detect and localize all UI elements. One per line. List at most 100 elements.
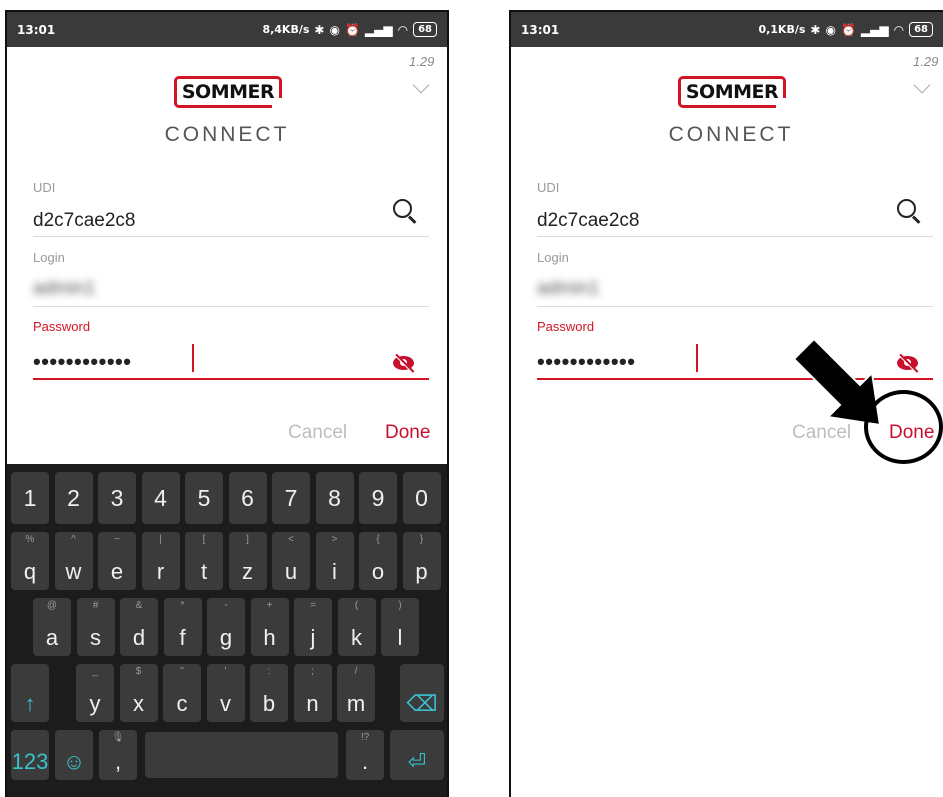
key-q-label: q — [23, 559, 37, 584]
password-label: Password — [33, 319, 91, 334]
key-3-label: 3 — [110, 484, 124, 511]
key-7[interactable]: 7 — [272, 472, 310, 524]
key-r[interactable]: | r — [141, 532, 180, 590]
sommer-logo: SOMMER — [174, 76, 282, 108]
key-t-label: t — [200, 559, 208, 584]
key-o[interactable]: {o — [359, 532, 397, 590]
key-m-alt: / — [354, 666, 358, 677]
key-k[interactable]: (k — [337, 598, 376, 656]
backspace-key[interactable]: ⌫ — [400, 664, 444, 722]
enter-key[interactable]: ⏎ — [390, 730, 444, 780]
key-i-alt: > — [331, 534, 338, 545]
key-j[interactable]: = j — [294, 598, 332, 656]
key-c-alt: " — [180, 666, 184, 677]
key-i[interactable]: > i — [315, 532, 354, 590]
space-key[interactable] — [145, 732, 338, 778]
key-g-alt: - — [224, 600, 228, 611]
udi-input[interactable]: d2c7cae2c8 — [33, 210, 135, 232]
backspace-key-label: ⌫ — [406, 691, 438, 716]
key-9[interactable]: 9 — [359, 472, 397, 524]
key-y[interactable]: _ y — [76, 664, 114, 722]
cancel-button[interactable]: Cancel — [288, 422, 347, 444]
key-m-label: m — [346, 691, 366, 716]
search-icon[interactable] — [393, 199, 417, 225]
done-button[interactable]: Done — [385, 422, 430, 444]
key-h[interactable]: + h — [250, 598, 289, 656]
key-z-alt: ] — [246, 534, 249, 545]
key-z[interactable]: ] z — [228, 532, 267, 590]
key-e-alt: ~ — [114, 534, 120, 545]
eye-slash-icon[interactable] — [896, 353, 920, 374]
app-subtitle: CONNECT — [164, 123, 290, 146]
key-x[interactable]: $ x — [119, 664, 158, 722]
key-t-alt: [ — [202, 534, 206, 545]
key-0[interactable]: 0 — [402, 472, 441, 524]
login-underline — [33, 306, 429, 307]
chevron-down-icon[interactable] — [412, 76, 430, 94]
emoji-key[interactable]: ☺ — [55, 730, 93, 780]
key-l-alt: ) — [398, 600, 402, 611]
key-n[interactable]: ; n — [293, 664, 332, 722]
search-icon[interactable] — [897, 199, 921, 225]
password-underline — [33, 378, 429, 380]
key-5-label: 5 — [197, 484, 211, 511]
key-v-alt: ' — [224, 666, 227, 677]
mode-123-key[interactable]: 123 — [11, 730, 49, 780]
key-c-label: c — [176, 691, 188, 716]
version-label: 1.29 — [409, 54, 435, 69]
key-k-label: k — [351, 625, 362, 650]
key-v[interactable]: ' v — [206, 664, 245, 722]
login-input[interactable]: admin1 — [537, 278, 599, 300]
key-o-alt: { — [376, 534, 380, 545]
alarm-icon: ⏰ — [344, 22, 360, 37]
password-input[interactable]: •••••••••••• — [33, 351, 131, 373]
key-4-label: 4 — [154, 484, 167, 511]
app-subtitle: CONNECT — [668, 123, 794, 146]
key-u[interactable]: < u — [272, 532, 310, 590]
comma-key-alt: 🎙 — [111, 732, 125, 743]
password-input[interactable]: •••••••••••• — [537, 351, 635, 373]
key-m[interactable]: / m — [337, 664, 375, 722]
key-e-label: e — [110, 559, 124, 584]
login-input[interactable]: admin1 — [33, 278, 95, 300]
wifi-icon: ◠ — [397, 22, 409, 37]
key-f-alt: * — [180, 600, 185, 611]
shift-key[interactable]: ↑ — [11, 664, 49, 722]
chevron-down-icon[interactable] — [913, 76, 931, 94]
key-l[interactable]: ) l — [381, 598, 419, 656]
eye-slash-icon[interactable] — [392, 353, 416, 374]
emoji-key-label: ☺ — [62, 749, 86, 774]
key-0-label: 0 — [415, 484, 428, 511]
period-key[interactable]: !?. — [346, 730, 384, 780]
key-g[interactable]: -g — [207, 598, 245, 656]
key-y-label: y — [89, 691, 101, 716]
key-f[interactable]: * f — [163, 598, 202, 656]
key-5[interactable]: 5 — [185, 472, 223, 524]
comma-key[interactable]: 🎙, — [99, 730, 137, 780]
key-t[interactable]: [t — [185, 532, 223, 590]
key-1[interactable]: 1 — [11, 472, 49, 524]
udi-underline — [33, 236, 429, 237]
udi-input[interactable]: d2c7cae2c8 — [537, 210, 639, 232]
key-p[interactable]: } p — [402, 532, 441, 590]
key-8[interactable]: 8 — [315, 472, 354, 524]
key-c[interactable]: " c — [163, 664, 201, 722]
shift-key-label: ↑ — [24, 691, 36, 716]
key-a[interactable]: @ a — [33, 598, 71, 656]
key-d[interactable]: & d — [120, 598, 158, 656]
key-b-alt: : — [267, 666, 271, 677]
battery-icon: 68 — [909, 22, 933, 37]
key-6[interactable]: 6 — [228, 472, 267, 524]
udi-label: UDI — [33, 180, 56, 195]
key-e[interactable]: ~ e — [98, 532, 136, 590]
key-1-label: 1 — [23, 484, 37, 511]
key-2[interactable]: 2 — [54, 472, 93, 524]
key-q[interactable]: % q — [11, 532, 49, 590]
key-4[interactable]: 4 — [141, 472, 180, 524]
key-a-alt: @ — [46, 600, 58, 611]
key-s[interactable]: # s — [76, 598, 115, 656]
key-w[interactable]: ^ w — [54, 532, 93, 590]
key-3[interactable]: 3 — [98, 472, 136, 524]
key-b[interactable]: :b — [250, 664, 288, 722]
key-d-label: d — [132, 625, 146, 650]
